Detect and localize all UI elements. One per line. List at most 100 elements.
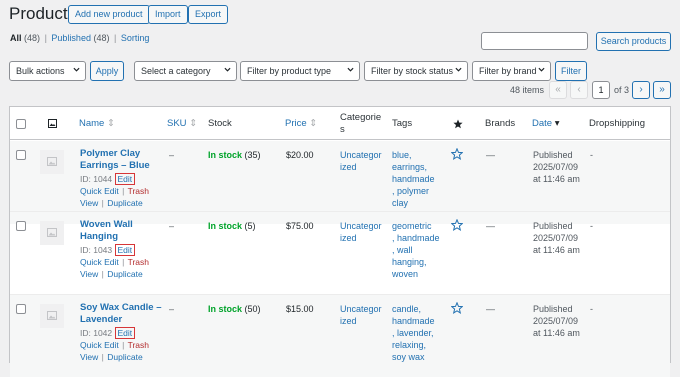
date-line: Published bbox=[533, 221, 573, 231]
column-name-label: Name bbox=[79, 118, 105, 129]
stock-status-select[interactable]: Filter by stock status bbox=[364, 61, 468, 81]
chevron-down-icon bbox=[538, 67, 545, 72]
apply-button[interactable]: Apply bbox=[90, 61, 124, 81]
row-checkbox[interactable] bbox=[16, 304, 26, 314]
quick-edit-link[interactable]: Quick Edit bbox=[80, 186, 119, 196]
row-checkbox[interactable] bbox=[16, 221, 26, 231]
add-new-product-button[interactable]: Add new product bbox=[68, 5, 150, 24]
pipe: | bbox=[101, 269, 104, 279]
bulk-actions-value: Bulk actions bbox=[16, 66, 65, 76]
last-page-button[interactable]: » bbox=[653, 81, 671, 99]
edit-link[interactable]: Edit bbox=[114, 327, 136, 339]
placeholder-image-icon bbox=[47, 228, 57, 237]
product-name-link[interactable]: Woven Wall Hanging bbox=[80, 219, 162, 243]
stock-label: In stock bbox=[208, 221, 243, 231]
view-separator: | bbox=[44, 33, 47, 43]
category-link[interactable]: Uncategor ized bbox=[340, 220, 382, 244]
category-select[interactable]: Select a category bbox=[134, 61, 237, 81]
date-value: Published 2025/07/09 at 11:46 am bbox=[533, 149, 580, 185]
view-link[interactable]: View bbox=[80, 198, 98, 208]
tag-line: clay bbox=[392, 198, 409, 208]
products-table: Name ⇕ SKU ⇕ Stock Price ⇕ Categorie s T… bbox=[9, 106, 671, 377]
dropshipping-value: - bbox=[590, 221, 593, 231]
column-dropshipping: Dropshipping bbox=[589, 118, 645, 129]
duplicate-link[interactable]: Duplicate bbox=[107, 269, 142, 279]
featured-star-outline-icon[interactable] bbox=[451, 219, 463, 231]
tags-links[interactable]: geometric , handmade , wall hanging, wov… bbox=[392, 220, 440, 280]
table-row: Woven Wall Hanging ID: 1043 Edit Quick E… bbox=[10, 211, 670, 294]
quick-edit-link[interactable]: Quick Edit bbox=[80, 340, 119, 350]
stock-count: (50) bbox=[244, 304, 261, 314]
product-id: ID: 1042 bbox=[80, 328, 113, 338]
product-name-line: Woven Wall bbox=[80, 219, 133, 230]
trash-link[interactable]: Trash bbox=[128, 186, 149, 196]
sku-value: – bbox=[169, 304, 175, 314]
stock-count: (35) bbox=[244, 150, 261, 160]
view-published-count: (48) bbox=[93, 33, 110, 43]
column-categories-line: Categorie bbox=[340, 112, 382, 123]
view-link[interactable]: View bbox=[80, 352, 98, 362]
column-sku-label: SKU bbox=[167, 118, 187, 129]
tag-line: relaxing, bbox=[392, 340, 427, 350]
product-thumbnail bbox=[40, 304, 64, 328]
subsubsub-views: All (48) | Published (48) | Sorting bbox=[10, 33, 149, 43]
search-products-button[interactable]: Search products bbox=[596, 32, 671, 51]
pipe: | bbox=[101, 352, 104, 362]
date-line: at 11:46 am bbox=[533, 328, 580, 338]
category-line: Uncategor bbox=[340, 150, 382, 160]
product-type-select[interactable]: Filter by product type bbox=[240, 61, 360, 81]
brands-value: — bbox=[486, 221, 495, 231]
current-page-input[interactable]: 1 bbox=[592, 81, 610, 99]
tag-line: handmade bbox=[392, 174, 435, 184]
product-name-line: Polymer Clay bbox=[80, 148, 141, 159]
edit-link[interactable]: Edit bbox=[114, 173, 136, 185]
view-published-link[interactable]: Published bbox=[51, 33, 91, 43]
row-checkbox[interactable] bbox=[16, 150, 26, 160]
prev-page-button[interactable]: ‹ bbox=[570, 81, 588, 99]
column-name[interactable]: Name ⇕ bbox=[79, 118, 115, 129]
featured-star-outline-icon[interactable] bbox=[451, 148, 463, 160]
total-pages: of 3 bbox=[614, 85, 630, 95]
column-sku[interactable]: SKU ⇕ bbox=[167, 118, 197, 129]
brand-select[interactable]: Filter by brand bbox=[472, 61, 551, 81]
product-thumbnail bbox=[40, 150, 64, 174]
tags-links[interactable]: blue, earrings, handmade , polymer clay bbox=[392, 149, 435, 209]
tags-links[interactable]: candle, handmade , lavender, relaxing, s… bbox=[392, 303, 435, 363]
view-all-link[interactable]: All bbox=[10, 33, 22, 43]
tag-line: , lavender, bbox=[392, 328, 434, 338]
category-link[interactable]: Uncategor ized bbox=[340, 149, 382, 173]
featured-star-outline-icon[interactable] bbox=[451, 302, 463, 314]
bulk-actions-select[interactable]: Bulk actions bbox=[9, 61, 86, 81]
pipe: | bbox=[101, 198, 104, 208]
stock-status: In stock (35) bbox=[208, 149, 261, 161]
select-all-checkbox[interactable] bbox=[16, 119, 26, 129]
column-price[interactable]: Price ⇕ bbox=[285, 118, 317, 129]
category-line: ized bbox=[340, 162, 357, 172]
column-date-label: Date bbox=[532, 118, 553, 129]
next-page-button[interactable]: › bbox=[632, 81, 650, 99]
category-line: ized bbox=[340, 316, 357, 326]
edit-link[interactable]: Edit bbox=[114, 244, 136, 256]
date-line: Published bbox=[533, 304, 573, 314]
first-page-button[interactable]: « bbox=[549, 81, 567, 99]
duplicate-link[interactable]: Duplicate bbox=[107, 198, 142, 208]
column-date[interactable]: Date ▾ bbox=[532, 118, 560, 129]
duplicate-link[interactable]: Duplicate bbox=[107, 352, 142, 362]
filter-button[interactable]: Filter bbox=[555, 61, 587, 81]
sort-icon: ⇕ bbox=[309, 118, 318, 129]
featured-star-icon[interactable] bbox=[453, 119, 463, 129]
view-sorting-link[interactable]: Sorting bbox=[121, 33, 150, 43]
category-link[interactable]: Uncategor ized bbox=[340, 303, 382, 327]
date-line: 2025/07/09 bbox=[533, 162, 579, 172]
trash-link[interactable]: Trash bbox=[128, 340, 149, 350]
export-button[interactable]: Export bbox=[188, 5, 229, 24]
sku-value: – bbox=[169, 150, 175, 160]
trash-link[interactable]: Trash bbox=[128, 257, 149, 267]
import-button[interactable]: Import bbox=[148, 5, 188, 24]
quick-edit-link[interactable]: Quick Edit bbox=[80, 257, 119, 267]
product-name-link[interactable]: Polymer Clay Earrings – Blue bbox=[80, 148, 162, 172]
view-link[interactable]: View bbox=[80, 269, 98, 279]
view-separator: | bbox=[114, 33, 117, 43]
search-input[interactable] bbox=[481, 32, 588, 50]
product-name-link[interactable]: Soy Wax Candle – Lavender bbox=[80, 302, 170, 326]
